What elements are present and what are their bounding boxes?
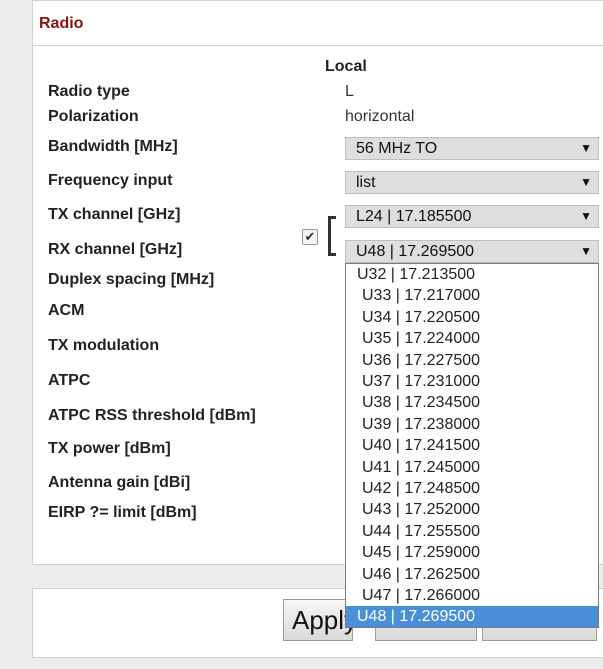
dropdown-option[interactable]: U44 | 17.255500: [346, 521, 598, 542]
column-header-local: Local: [325, 58, 367, 75]
dropdown-option[interactable]: U42 | 17.248500: [346, 478, 598, 499]
label-radio-type: Radio type: [48, 83, 130, 100]
dropdown-option[interactable]: U33 | 17.217000: [346, 285, 598, 306]
label-tx-channel: TX channel [GHz]: [48, 206, 181, 223]
dropdown-option[interactable]: U36 | 17.227500: [346, 350, 598, 371]
tx-channel-select[interactable]: L24 | 17.185500 ▼: [345, 205, 599, 228]
label-antenna-gain: Antenna gain [dBi]: [48, 474, 191, 491]
dropdown-option[interactable]: U48 | 17.269500: [346, 606, 598, 627]
dropdown-option[interactable]: U43 | 17.252000: [346, 499, 598, 520]
value-polarization: horizontal: [345, 108, 415, 125]
channel-link-bracket: [328, 216, 336, 256]
chevron-down-icon: ▼: [580, 209, 592, 223]
label-acm: ACM: [48, 302, 85, 319]
label-eirp-limit: EIRP ?= limit [dBm]: [48, 504, 197, 521]
label-tx-power: TX power [dBm]: [48, 440, 171, 457]
title-divider: [33, 45, 603, 46]
dropdown-option[interactable]: U38 | 17.234500: [346, 392, 598, 413]
bandwidth-select-value: 56 MHz TO: [356, 140, 438, 157]
tx-channel-select-value: L24 | 17.185500: [356, 208, 472, 225]
dropdown-option[interactable]: U41 | 17.245000: [346, 457, 598, 478]
label-bandwidth: Bandwidth [MHz]: [48, 138, 178, 155]
rx-channel-select[interactable]: U48 | 17.269500 ▼: [345, 240, 599, 263]
label-atpc: ATPC: [48, 372, 91, 389]
value-radio-type: L: [345, 83, 354, 100]
panel-title: Radio: [39, 15, 84, 32]
label-frequency-input: Frequency input: [48, 172, 173, 189]
label-polarization: Polarization: [48, 108, 139, 125]
dropdown-option[interactable]: U40 | 17.241500: [346, 435, 598, 456]
label-atpc-rss-threshold: ATPC RSS threshold [dBm]: [48, 407, 256, 424]
dropdown-option[interactable]: U45 | 17.259000: [346, 542, 598, 563]
dropdown-option[interactable]: U46 | 17.262500: [346, 564, 598, 585]
dropdown-option[interactable]: U37 | 17.231000: [346, 371, 598, 392]
frequency-input-select-value: list: [356, 174, 376, 191]
rx-channel-dropdown-list[interactable]: U32 | 17.213500 U33 | 17.217000 U34 | 17.2…: [345, 263, 599, 628]
channel-link-checkbox[interactable]: ✔: [302, 229, 318, 245]
dropdown-option[interactable]: U39 | 17.238000: [346, 414, 598, 435]
label-tx-modulation: TX modulation: [48, 337, 160, 354]
label-duplex-spacing: Duplex spacing [MHz]: [48, 271, 215, 288]
apply-button[interactable]: Apply: [283, 599, 353, 641]
chevron-down-icon: ▼: [580, 141, 592, 155]
dropdown-option[interactable]: U32 | 17.213500: [346, 264, 598, 285]
frequency-input-select[interactable]: list ▼: [345, 171, 599, 194]
dropdown-option[interactable]: U35 | 17.224000: [346, 328, 598, 349]
chevron-down-icon: ▼: [580, 175, 592, 189]
rx-channel-select-value: U48 | 17.269500: [356, 243, 475, 260]
bandwidth-select[interactable]: 56 MHz TO ▼: [345, 137, 599, 160]
label-rx-channel: RX channel [GHz]: [48, 241, 183, 258]
chevron-down-icon: ▼: [580, 244, 592, 258]
dropdown-option[interactable]: U34 | 17.220500: [346, 307, 598, 328]
dropdown-option[interactable]: U47 | 17.266000: [346, 585, 598, 606]
